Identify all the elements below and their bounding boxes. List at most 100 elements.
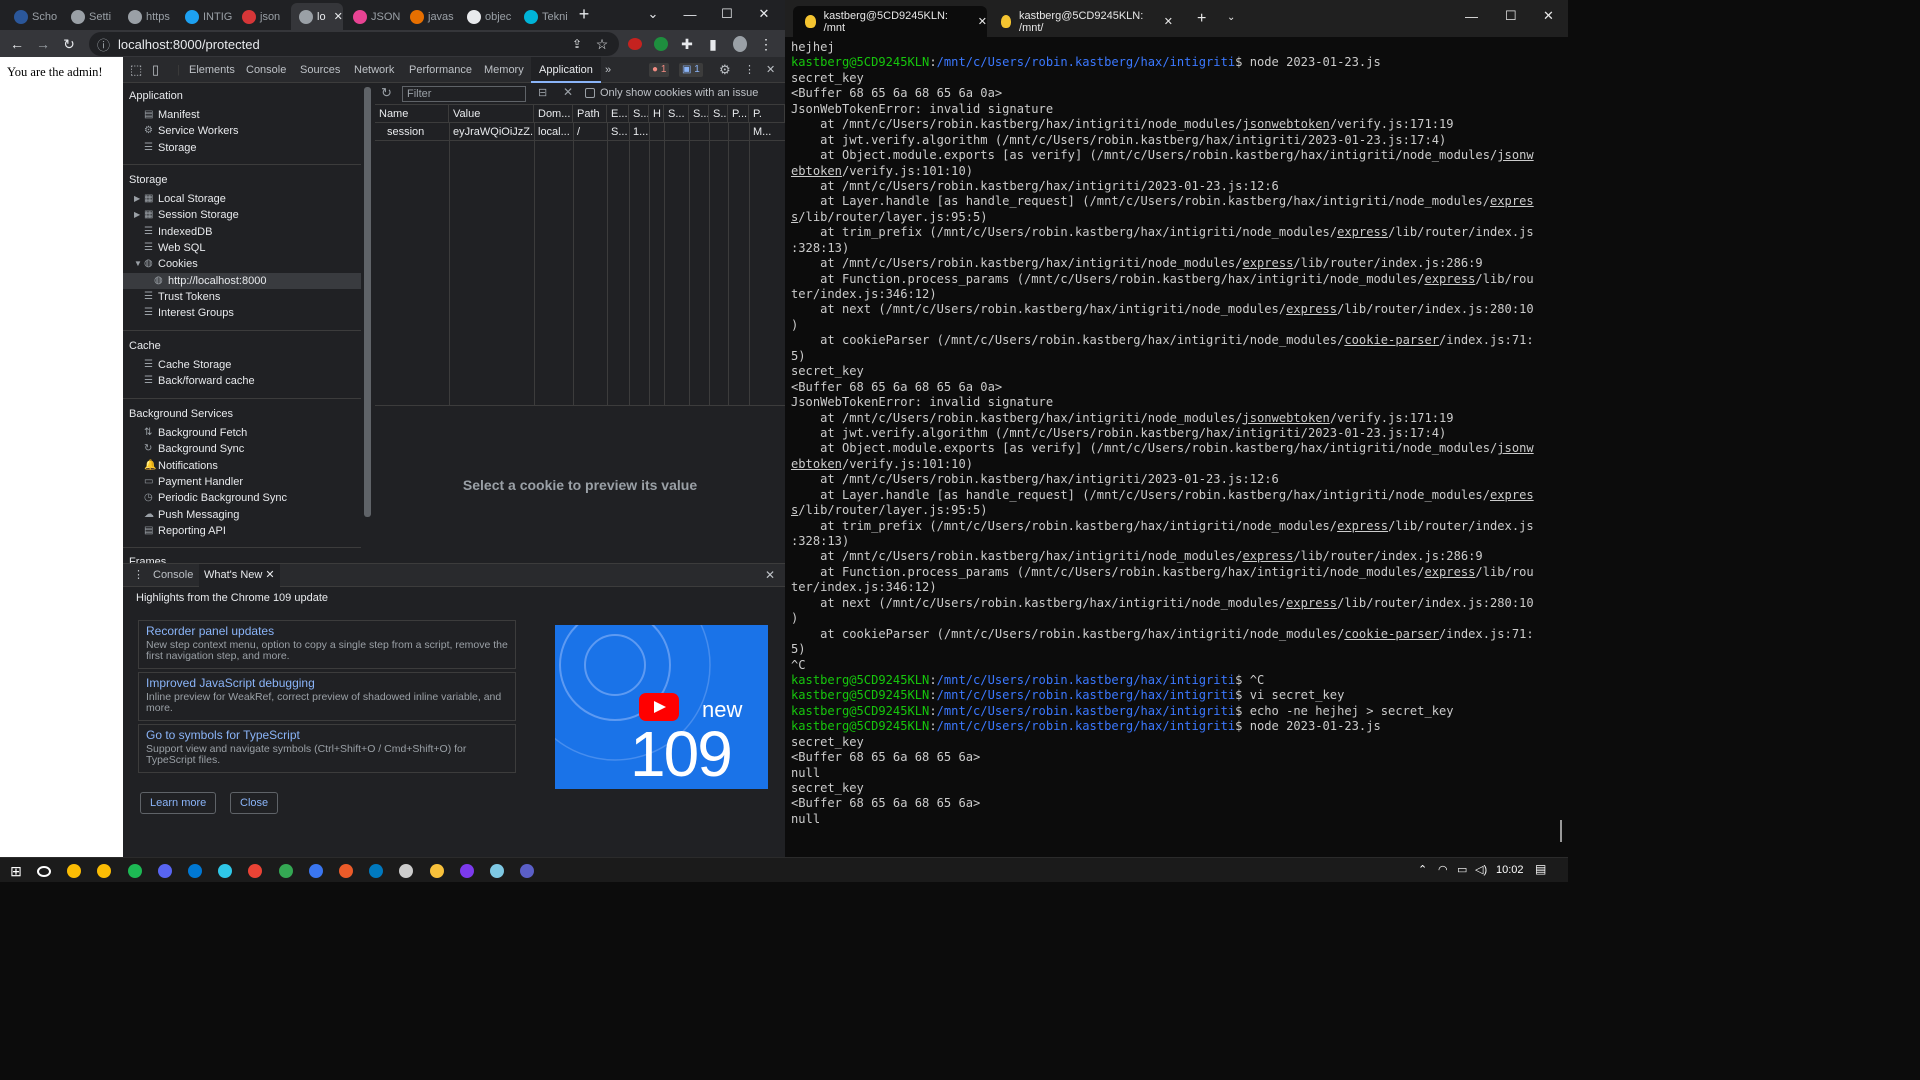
devtools-tab-sources[interactable]: Sources [300, 57, 340, 83]
chrome-menu-icon[interactable]: ⋮ [755, 33, 777, 55]
sidebar-item[interactable]: ◍ ▼ Cookies [134, 256, 198, 272]
sidebar-item[interactable]: ☰ IndexedDB [144, 224, 212, 240]
sidebar-scrollbar[interactable] [364, 87, 371, 517]
tab-dropdown-icon[interactable]: ⌄ [1227, 12, 1235, 23]
terminal-scrollbar[interactable] [1560, 820, 1562, 842]
extension-green-icon[interactable] [654, 37, 668, 51]
explorer-icon[interactable] [427, 861, 447, 881]
table-column-header[interactable]: Path [573, 105, 607, 123]
message-count-badge[interactable]: ▣ 1 [679, 63, 703, 77]
devtools-tab-network[interactable]: Network [354, 57, 394, 83]
whats-new-card[interactable]: Improved JavaScript debugging Inline pre… [138, 672, 516, 721]
signal-icon[interactable] [306, 861, 326, 881]
sidebar-item[interactable]: ▤ Manifest [144, 107, 200, 123]
spotify-icon[interactable] [125, 861, 145, 881]
whats-new-card-title[interactable]: Go to symbols for TypeScript [146, 728, 508, 742]
sidebar-item[interactable]: ☰ Trust Tokens [144, 289, 220, 305]
more-tabs-icon[interactable]: » [605, 57, 611, 83]
table-column-header[interactable]: S... [664, 105, 689, 123]
reload-icon[interactable]: ↻ [58, 33, 80, 55]
sidebar-item[interactable]: ▭ Payment Handler [144, 474, 243, 490]
table-column-header[interactable]: P. [749, 105, 785, 123]
wifi-icon[interactable]: ◠ [1438, 863, 1448, 876]
profile-avatar[interactable] [733, 36, 747, 52]
expand-arrow-icon[interactable]: ▼ [134, 258, 144, 269]
share-icon[interactable]: ⇪ [566, 33, 588, 55]
maximize-icon[interactable]: ☐ [1505, 8, 1517, 24]
minimize-icon[interactable]: — [672, 0, 708, 28]
sidebar-item[interactable]: ◍ http://localhost:8000 [154, 273, 266, 289]
close-tab-icon[interactable]: ✕ [334, 10, 343, 23]
settings-gear-icon[interactable]: ⚙ [719, 57, 731, 83]
obsidian-icon[interactable] [457, 861, 477, 881]
close-tab-icon[interactable]: ✕ [1164, 15, 1173, 28]
devtools-tab-elements[interactable]: Elements [189, 57, 235, 83]
office-icon[interactable] [336, 861, 356, 881]
browser-tab[interactable]: json [234, 3, 290, 30]
drawer-tab-console[interactable]: Console [153, 564, 193, 587]
info-icon[interactable]: ⓘ [97, 35, 110, 54]
devtools-tab-console[interactable]: Console [246, 57, 286, 83]
whats-new-card[interactable]: Go to symbols for TypeScript Support vie… [138, 724, 516, 773]
browser-tab[interactable]: javas [402, 3, 458, 30]
sidebar-item[interactable]: ⚙ Service Workers [144, 123, 238, 139]
browser-tab[interactable]: objec [459, 3, 515, 30]
sidebar-item[interactable]: 🔔 Notifications [144, 458, 218, 474]
new-tab-icon[interactable]: + [1197, 10, 1206, 28]
tab-search-icon[interactable]: ⌄ [635, 0, 671, 28]
browser-tab[interactable]: INTIG [177, 3, 233, 30]
edge-icon[interactable] [215, 861, 235, 881]
browser-tab[interactable]: Scho [6, 3, 62, 30]
browser-tab[interactable]: Setti [63, 3, 119, 30]
devtools-tab-performance[interactable]: Performance [409, 57, 472, 83]
expand-arrow-icon[interactable]: ▶ [134, 193, 144, 204]
table-column-header[interactable]: E... [607, 105, 629, 123]
only-issues-checkbox[interactable] [585, 88, 595, 98]
table-column-header[interactable]: S... [629, 105, 649, 123]
browser-tab[interactable]: https [120, 3, 176, 30]
forward-icon[interactable]: → [32, 33, 54, 55]
back-icon[interactable]: ← [6, 33, 28, 55]
drawer-tab-whats-new[interactable]: What's New ✕ [199, 564, 280, 587]
close-tab-icon[interactable]: ✕ [978, 15, 987, 28]
table-column-header[interactable]: H [649, 105, 664, 123]
ublock-icon[interactable] [628, 38, 642, 50]
drawer-menu-icon[interactable]: ⋮ [133, 564, 144, 587]
cookie-filter-input[interactable]: Filter [402, 86, 526, 102]
table-column-header[interactable]: Name [375, 105, 449, 123]
tray-chevron-icon[interactable]: ⌃ [1418, 863, 1427, 876]
delete-selected-icon[interactable]: ✕ [563, 85, 573, 99]
sidebar-item[interactable]: ⇅ Background Fetch [144, 425, 247, 441]
sidebar-item[interactable]: ☰ Cache Storage [144, 357, 231, 373]
sidebar-item[interactable]: ☰ Web SQL [144, 240, 206, 256]
close-drawer-icon[interactable]: ✕ [765, 564, 775, 587]
volume-icon[interactable]: ◁) [1475, 863, 1487, 876]
sidebar-item[interactable]: ▦ ▶ Session Storage [134, 207, 239, 223]
side-panel-icon[interactable]: ▮ [702, 33, 724, 55]
notepad-icon[interactable] [487, 861, 507, 881]
terminal-tab[interactable]: kastberg@5CD9245KLN: /mnt ✕ [793, 6, 987, 37]
close-window-icon[interactable]: ✕ [746, 0, 782, 28]
sidebar-item[interactable]: ☰ Back/forward cache [144, 373, 255, 389]
devtools-menu-icon[interactable]: ⋮ [744, 57, 755, 83]
battery-icon[interactable]: ▭ [1457, 863, 1467, 876]
learn-more-button[interactable]: Learn more [140, 792, 217, 814]
devtools-tab-application[interactable]: Application [531, 57, 601, 83]
terminal-tab[interactable]: kastberg@5CD9245KLN: /mnt/ ✕ [989, 6, 1173, 37]
chrome-2-icon[interactable] [94, 861, 114, 881]
refresh-icon[interactable]: ↻ [381, 85, 392, 101]
table-column-header[interactable]: Dom... [534, 105, 573, 123]
inspect-element-icon[interactable]: ⬚ [130, 57, 142, 83]
new-tab-button[interactable]: + [566, 0, 602, 28]
trello-icon[interactable] [366, 861, 386, 881]
close-devtools-icon[interactable]: ✕ [766, 57, 775, 83]
sidebar-item[interactable]: ▤ Reporting API [144, 523, 226, 539]
chrome-icon[interactable] [64, 861, 84, 881]
table-column-header[interactable]: S... [709, 105, 728, 123]
table-column-header[interactable]: S... [689, 105, 709, 123]
whats-new-card[interactable]: Recorder panel updates New step context … [138, 620, 516, 669]
notifications-icon[interactable]: ▤ [1535, 862, 1546, 876]
table-column-header[interactable]: P... [728, 105, 749, 123]
whats-new-card-title[interactable]: Improved JavaScript debugging [146, 676, 508, 690]
browser-tab[interactable]: Tekni [516, 3, 572, 30]
